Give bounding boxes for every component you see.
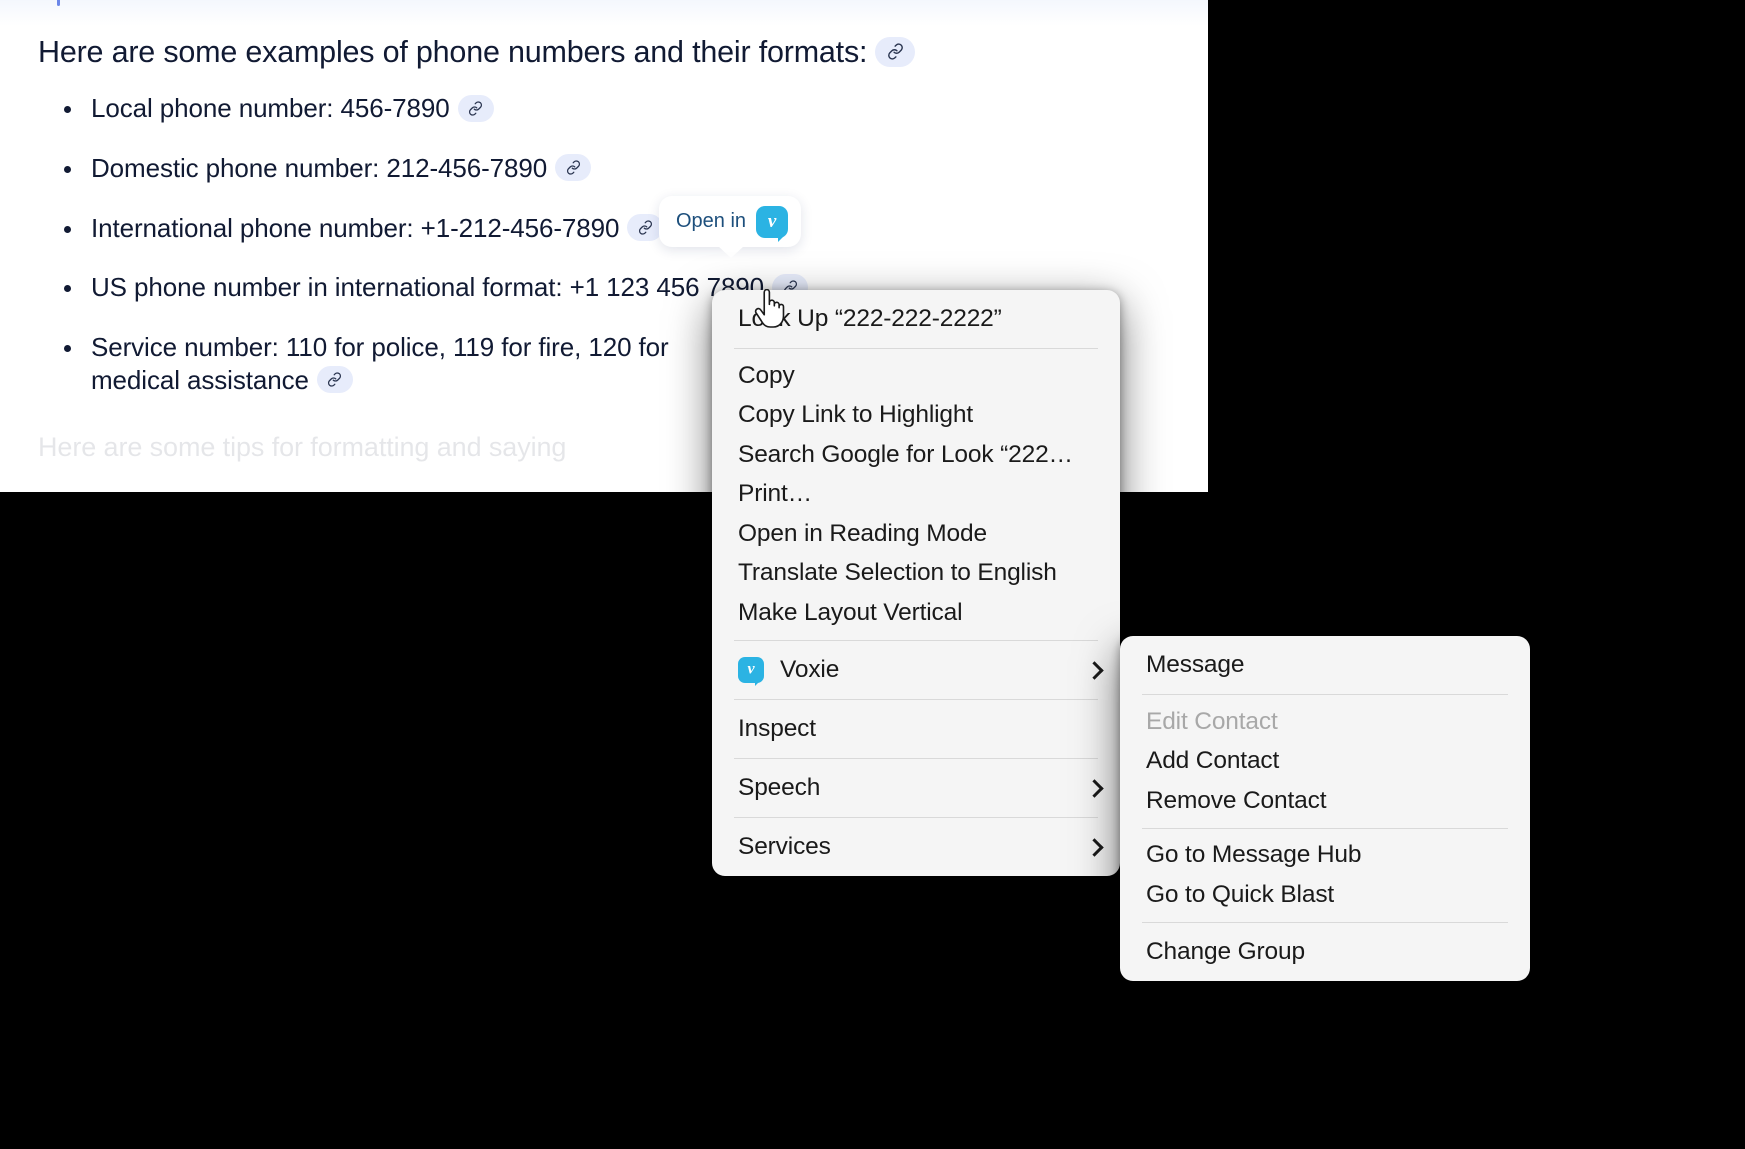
panel-top-gradient (0, 0, 1208, 26)
link-chip-bullet-2[interactable] (555, 154, 592, 182)
menu-item-label: Services (738, 832, 831, 860)
menu-item-copy[interactable]: Copy (712, 356, 1120, 396)
menu-separator (734, 348, 1098, 349)
menu-item-label: Go to Quick Blast (1146, 880, 1335, 908)
menu-item-label: Make Layout Vertical (738, 598, 963, 626)
submenu-item-go-to-message-hub[interactable]: Go to Message Hub (1120, 836, 1530, 876)
list-item-text: Domestic phone number: 212-456-7890 (91, 152, 548, 183)
list-item-text: Local phone number: 456-7890 (91, 93, 450, 123)
list-item-text: International phone number: +1-212-456-7… (91, 212, 620, 243)
list-item: International phone number: +1-212-456-7… (38, 212, 1198, 245)
voxie-badge: v (738, 656, 764, 686)
menu-item-label: Change Group (1146, 937, 1305, 965)
menu-item-label: Print… (738, 480, 812, 508)
menu-item-label: Edit Contact (1146, 707, 1278, 735)
menu-item-search-google[interactable]: Search Google for Look “222… (712, 435, 1120, 475)
menu-item-make-layout-vertical[interactable]: Make Layout Vertical (712, 593, 1120, 633)
menu-item-label: Remove Contact (1146, 786, 1327, 814)
menu-separator (1142, 827, 1508, 829)
menu-separator (734, 816, 1098, 818)
link-chip-heading[interactable] (875, 36, 916, 67)
menu-separator (1142, 694, 1508, 695)
menu-item-inspect[interactable]: Inspect (712, 707, 1120, 751)
menu-item-label: Translate Selection to English (738, 559, 1057, 587)
chevron-right-icon (1086, 662, 1102, 678)
menu-separator (1142, 921, 1508, 923)
menu-item-label: Open in Reading Mode (738, 519, 987, 547)
open-in-voxie-tooltip[interactable]: Open in v (659, 196, 802, 258)
link-chip-bullet-5[interactable] (316, 366, 353, 394)
menu-item-label: Message (1146, 651, 1245, 678)
voxie-app-icon: v (738, 656, 764, 686)
menu-item-print[interactable]: Print… (712, 475, 1120, 515)
menu-item-open-in-reading-mode[interactable]: Open in Reading Mode (712, 514, 1120, 554)
voxie-app-icon: v (756, 205, 789, 242)
menu-item-label: Inspect (738, 714, 816, 742)
menu-item-voxie[interactable]: v Voxie (712, 648, 1120, 692)
submenu-item-edit-contact: Edit Contact (1120, 702, 1530, 742)
menu-separator (734, 698, 1098, 700)
menu-item-label: Add Contact (1146, 747, 1280, 775)
menu-item-label: Search Google for Look “222… (738, 440, 1073, 468)
menu-item-label: Copy Link to Highlight (738, 401, 974, 429)
text-caret (57, 0, 60, 6)
submenu-item-remove-contact[interactable]: Remove Contact (1120, 781, 1530, 821)
page-heading: Here are some examples of phone numbers … (38, 34, 916, 71)
submenu-item-message[interactable]: Message (1120, 643, 1530, 687)
menu-item-translate-selection[interactable]: Translate Selection to English (712, 554, 1120, 594)
menu-separator (734, 757, 1098, 759)
voxie-submenu[interactable]: Message Edit Contact Add Contact Remove … (1120, 636, 1530, 981)
menu-item-copy-link-to-highlight[interactable]: Copy Link to Highlight (712, 396, 1120, 436)
list-item-text: Service number: 110 for police, 119 for … (91, 332, 669, 395)
link-chip-bullet-1[interactable] (457, 94, 494, 122)
menu-separator (734, 639, 1098, 641)
link-chip-bullet-3[interactable] (627, 214, 664, 242)
menu-item-look-up[interactable]: Look Up “222-222-2222” (712, 297, 1120, 341)
menu-item-label: Look Up “222-222-2222” (738, 305, 1002, 332)
menu-item-speech[interactable]: Speech (712, 766, 1120, 810)
context-menu[interactable]: Look Up “222-222-2222” Copy Copy Link to… (712, 290, 1120, 876)
menu-item-label: Voxie (780, 655, 840, 683)
voxie-mark: v (767, 210, 777, 232)
list-item-text: US phone number in international format:… (91, 272, 765, 303)
open-in-label: Open in (676, 210, 747, 232)
submenu-item-go-to-quick-blast[interactable]: Go to Quick Blast (1120, 875, 1530, 915)
menu-item-label: Speech (738, 773, 821, 801)
menu-item-label: Go to Message Hub (1146, 841, 1362, 869)
menu-item-label: Copy (738, 361, 795, 389)
chevron-right-icon (1086, 780, 1102, 796)
menu-item-services[interactable]: Services (712, 825, 1120, 869)
list-item: Local phone number: 456-7890 (38, 92, 1198, 125)
submenu-item-change-group[interactable]: Change Group (1120, 930, 1530, 974)
page-heading-text: Here are some examples of phone numbers … (38, 35, 868, 69)
list-item: Service number: 110 for police, 119 for … (38, 331, 731, 397)
voxie-mark: v (747, 660, 755, 678)
list-item: Domestic phone number: 212-456-7890 (38, 152, 1198, 185)
faded-paragraph: Here are some tips for formatting and sa… (38, 432, 567, 462)
chevron-right-icon (1086, 839, 1102, 855)
submenu-item-add-contact[interactable]: Add Contact (1120, 742, 1530, 782)
